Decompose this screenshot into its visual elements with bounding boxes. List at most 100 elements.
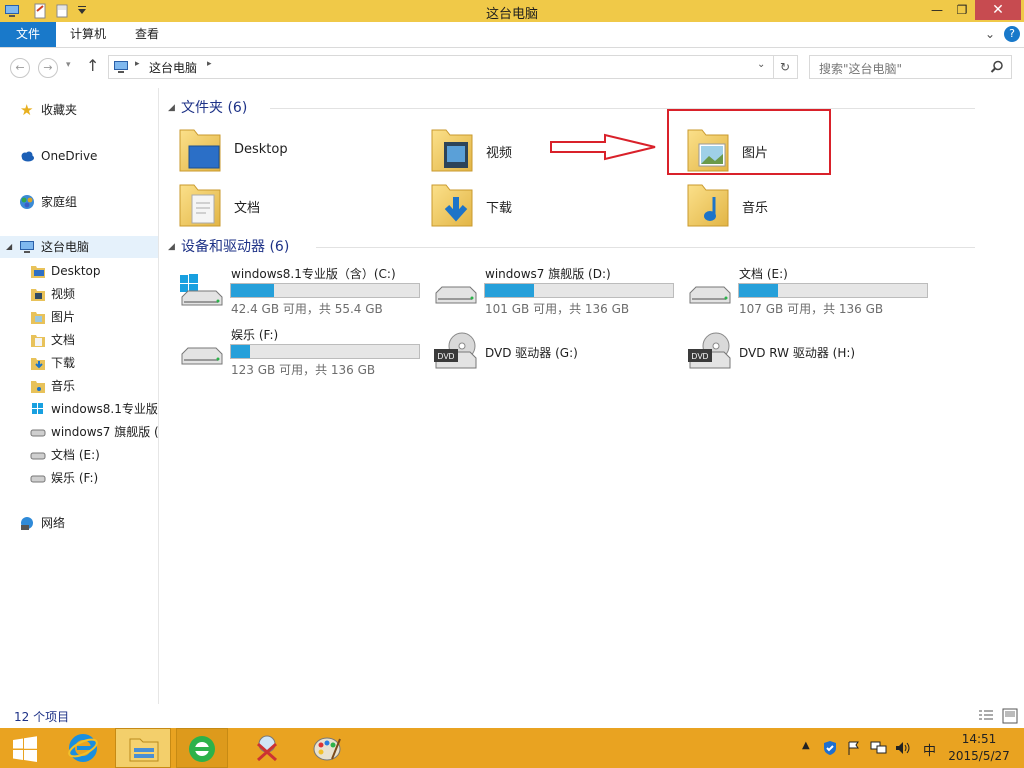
dvd-drive-icon: DVD — [434, 332, 477, 369]
windows-drive-icon — [180, 274, 223, 306]
folder-music[interactable]: 音乐 — [686, 181, 916, 233]
window-title: 这台电脑 — [485, 7, 538, 22]
nav-favorites[interactable]: ★ 收藏夹 — [0, 99, 158, 121]
drive-icon — [30, 429, 46, 437]
nav-drive-d[interactable]: windows7 旗舰版 ( — [0, 421, 158, 443]
drive-usage-bar — [230, 283, 420, 298]
details-view-icon[interactable] — [978, 709, 994, 723]
taskbar-paint[interactable] — [302, 728, 354, 768]
restore-button[interactable]: ❐ — [950, 0, 974, 20]
search-placeholder: 搜索"这台电脑" — [819, 62, 903, 76]
tab-view[interactable]: 查看 — [124, 22, 170, 47]
folder-icon — [31, 335, 45, 347]
videos-folder-icon — [431, 129, 473, 172]
ribbon-collapse-button[interactable]: ⌄ — [982, 22, 998, 47]
breadcrumb-chevron-icon[interactable]: ▸ — [135, 59, 140, 69]
folder-downloads[interactable]: 下载 — [430, 181, 660, 233]
nav-homegroup[interactable]: 家庭组 — [0, 191, 158, 213]
search-icon[interactable] — [990, 60, 1004, 74]
annotation-arrow — [550, 133, 656, 161]
internet-explorer-icon — [68, 734, 98, 762]
network-icon — [21, 517, 33, 530]
drive-icon — [30, 452, 46, 460]
forward-button[interactable]: → — [38, 58, 58, 78]
nav-drive-f[interactable]: 娱乐 (F:) — [0, 467, 158, 489]
breadcrumb-chevron-icon[interactable]: ▸ — [207, 59, 212, 69]
dvd-badge: DVD — [438, 352, 455, 361]
nav-network[interactable]: 网络 — [0, 512, 158, 534]
security-shield-icon[interactable] — [822, 740, 838, 756]
nav-documents[interactable]: 文档 — [0, 329, 158, 351]
windows-start-icon[interactable] — [12, 736, 38, 762]
taskbar-file-explorer[interactable] — [115, 728, 171, 768]
drive-g-dvd[interactable]: DVD DVD 驱动器 (G:) — [432, 326, 682, 382]
large-icons-view-icon[interactable] — [1002, 708, 1018, 724]
nav-drive-c[interactable]: windows8.1专业版 — [0, 398, 158, 420]
drive-f[interactable]: 娱乐 (F:) 123 GB 可用，共 136 GB — [178, 326, 428, 382]
folder-icon — [31, 381, 45, 393]
back-button[interactable]: ← — [10, 58, 30, 78]
input-method-indicator[interactable]: 中 — [923, 740, 936, 759]
address-dropdown-icon[interactable]: ⌄ — [757, 59, 765, 70]
group-divider — [270, 108, 975, 109]
close-button[interactable]: ✕ — [975, 0, 1021, 20]
nav-drive-e[interactable]: 文档 (E:) — [0, 444, 158, 466]
up-button[interactable]: ↑ — [86, 56, 99, 75]
address-bar[interactable]: ▸ 这台电脑 ▸ ⌄ — [108, 55, 774, 79]
taskbar-browser[interactable] — [176, 728, 228, 768]
nav-pictures[interactable]: 图片 — [0, 306, 158, 328]
group-header-devices[interactable]: ◢ 设备和驱动器 (6) — [168, 237, 978, 257]
breadcrumb[interactable]: 这台电脑 — [149, 59, 197, 76]
taskbar-ie[interactable] — [57, 728, 109, 768]
taskbar-tool[interactable] — [240, 728, 292, 768]
drive-icon — [181, 347, 223, 365]
drive-icon — [435, 286, 477, 304]
taskbar: ▲ 中 14:51 2015/5/27 — [0, 728, 1024, 768]
clock-time: 14:51 — [961, 732, 997, 746]
network-status-icon[interactable] — [870, 740, 888, 756]
annotation-highlight-box — [667, 109, 831, 175]
ribbon: 文件 计算机 查看 ⌄ ? — [0, 22, 1024, 48]
folder-documents[interactable]: 文档 — [178, 181, 408, 233]
computer-icon — [20, 241, 34, 253]
refresh-button[interactable]: ↻ — [773, 55, 798, 79]
green-browser-icon — [189, 736, 215, 762]
clock[interactable]: 14:51 2015/5/27 — [946, 731, 1012, 765]
computer-icon — [114, 61, 128, 73]
group-header-folders[interactable]: ◢ 文件夹 (6) — [168, 98, 978, 118]
nav-downloads[interactable]: 下载 — [0, 352, 158, 374]
volume-icon[interactable] — [894, 740, 912, 756]
folder-icon — [31, 312, 45, 324]
tab-file[interactable]: 文件 — [0, 22, 56, 47]
clock-date: 2015/5/27 — [948, 749, 1010, 763]
tab-computer[interactable]: 计算机 — [62, 22, 114, 47]
collapse-chevron-icon[interactable]: ◢ — [168, 98, 175, 118]
drive-icon — [689, 286, 731, 304]
drive-d[interactable]: windows7 旗舰版 (D:) 101 GB 可用，共 136 GB — [432, 265, 682, 321]
show-hidden-icons-chevron-icon[interactable]: ▲ — [802, 740, 810, 751]
drive-c[interactable]: windows8.1专业版（含）(C:) 42.4 GB 可用，共 55.4 G… — [178, 265, 428, 321]
item-count: 12 个项目 — [14, 710, 70, 724]
nav-music[interactable]: 音乐 — [0, 375, 158, 397]
file-explorer-icon — [129, 738, 159, 762]
nav-desktop[interactable]: Desktop — [0, 260, 158, 282]
music-folder-icon — [687, 184, 729, 227]
title-bar: 这台电脑 — ❐ ✕ — [0, 0, 1024, 22]
paint-palette-icon — [313, 737, 341, 761]
windows-drive-icon — [32, 403, 43, 414]
drive-e[interactable]: 文档 (E:) 107 GB 可用，共 136 GB — [686, 265, 936, 321]
drive-h-dvd-rw[interactable]: DVD DVD RW 驱动器 (H:) — [686, 326, 936, 382]
homegroup-icon — [20, 195, 34, 209]
collapse-chevron-icon[interactable]: ◢ — [168, 237, 175, 257]
action-center-flag-icon[interactable] — [846, 740, 862, 756]
nav-videos[interactable]: 视频 — [0, 283, 158, 305]
help-button[interactable]: ? — [1004, 26, 1020, 42]
search-input[interactable]: 搜索"这台电脑" — [809, 55, 1012, 79]
nav-this-pc[interactable]: ◢ 这台电脑 — [0, 236, 158, 258]
drive-icon — [30, 475, 46, 483]
minimize-button[interactable]: — — [926, 0, 948, 20]
recent-locations-chevron-icon[interactable]: ▾ — [66, 60, 71, 70]
folder-desktop[interactable]: Desktop — [178, 126, 408, 178]
nav-onedrive[interactable]: OneDrive — [0, 145, 158, 167]
drive-usage-bar — [484, 283, 674, 298]
